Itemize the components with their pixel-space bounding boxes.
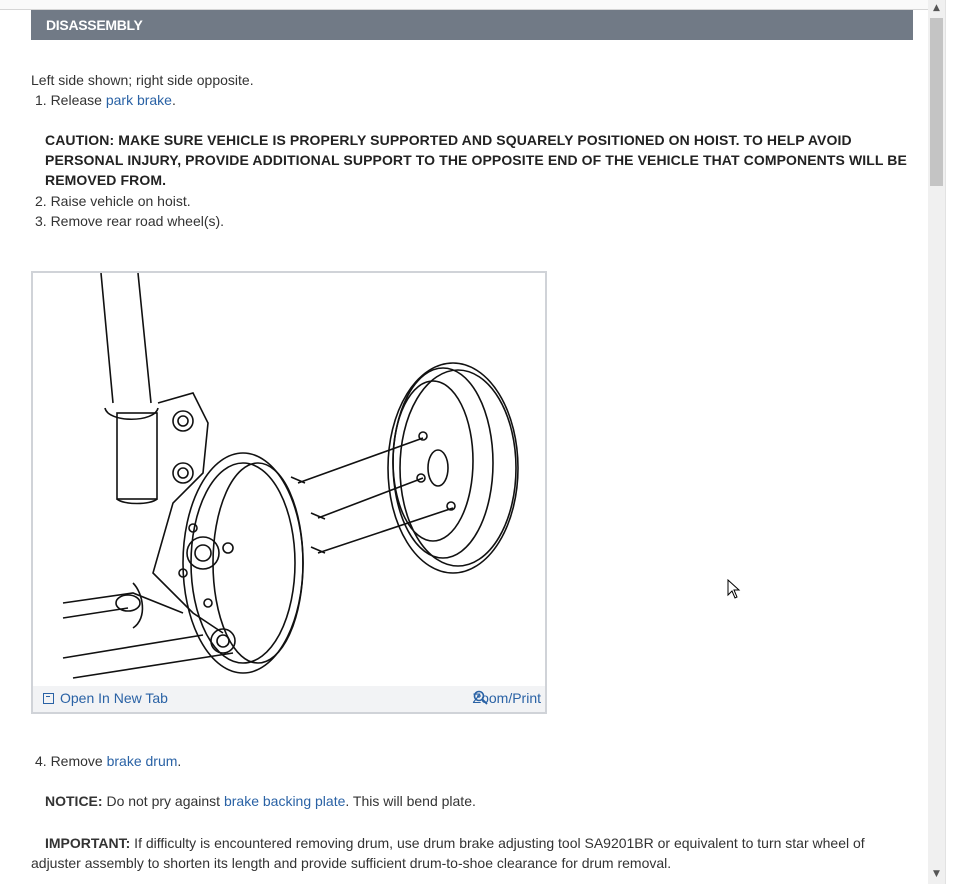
- figure-footer: Open In New Tab Zoom/Print: [33, 686, 545, 712]
- scrollbar-thumb[interactable]: [930, 18, 943, 186]
- document-content: DISASSEMBLY Left side shown; right side …: [31, 0, 913, 884]
- park-brake-link[interactable]: park brake: [106, 92, 172, 108]
- notice-text-suffix: . This will bend plate.: [345, 793, 476, 809]
- step-4-text: 4. Remove: [35, 753, 107, 769]
- brake-assembly-illustration: [62, 273, 519, 679]
- important-text-line1: If difficulty is encountered removing dr…: [130, 835, 865, 851]
- important-paragraph: IMPORTANT: If difficulty is encountered …: [31, 833, 865, 853]
- magnifier-icon: [473, 690, 488, 705]
- open-in-new-tab-button[interactable]: Open In New Tab: [43, 690, 168, 706]
- important-text-line2: adjuster assembly to shorten its length …: [31, 855, 672, 871]
- vertical-scrollbar[interactable]: ▲ ▼: [928, 0, 945, 884]
- section-header: DISASSEMBLY: [31, 10, 913, 40]
- open-in-new-tab-label: Open In New Tab: [60, 690, 168, 706]
- scroll-down-icon[interactable]: ▼: [928, 866, 945, 882]
- window-edge: [945, 0, 953, 884]
- mouse-cursor-icon: [727, 579, 741, 599]
- important-label: IMPORTANT:: [45, 835, 131, 851]
- step-3: 3. Remove rear road wheel(s).: [35, 213, 225, 229]
- zoom-print-button[interactable]: Zoom/Print: [473, 690, 541, 706]
- notice-paragraph: NOTICE: Do not pry against brake backing…: [31, 791, 476, 811]
- step-4-suffix: .: [177, 753, 182, 769]
- brake-drum-figure: Open In New Tab Zoom/Print: [31, 271, 547, 714]
- open-new-tab-icon: [43, 692, 54, 704]
- step-4: 4. Remove brake drum.: [31, 751, 181, 771]
- scroll-up-icon[interactable]: ▲: [928, 0, 945, 16]
- step-1-suffix: .: [171, 92, 176, 108]
- brake-backing-plate-link[interactable]: brake backing plate: [224, 793, 345, 809]
- notice-text: Do not pry against: [102, 793, 224, 809]
- intro-text: Left side shown; right side opposite.: [31, 72, 254, 88]
- step-2: 2. Raise vehicle on hoist.: [35, 193, 191, 209]
- notice-label: NOTICE:: [45, 793, 103, 809]
- brake-drum-link[interactable]: brake drum: [107, 753, 178, 769]
- step-1: 1. Release park brake.: [31, 90, 176, 110]
- caution-text: CAUTION: MAKE SURE VEHICLE IS PROPERLY S…: [45, 132, 907, 188]
- step-1-text: 1. Release: [35, 92, 106, 108]
